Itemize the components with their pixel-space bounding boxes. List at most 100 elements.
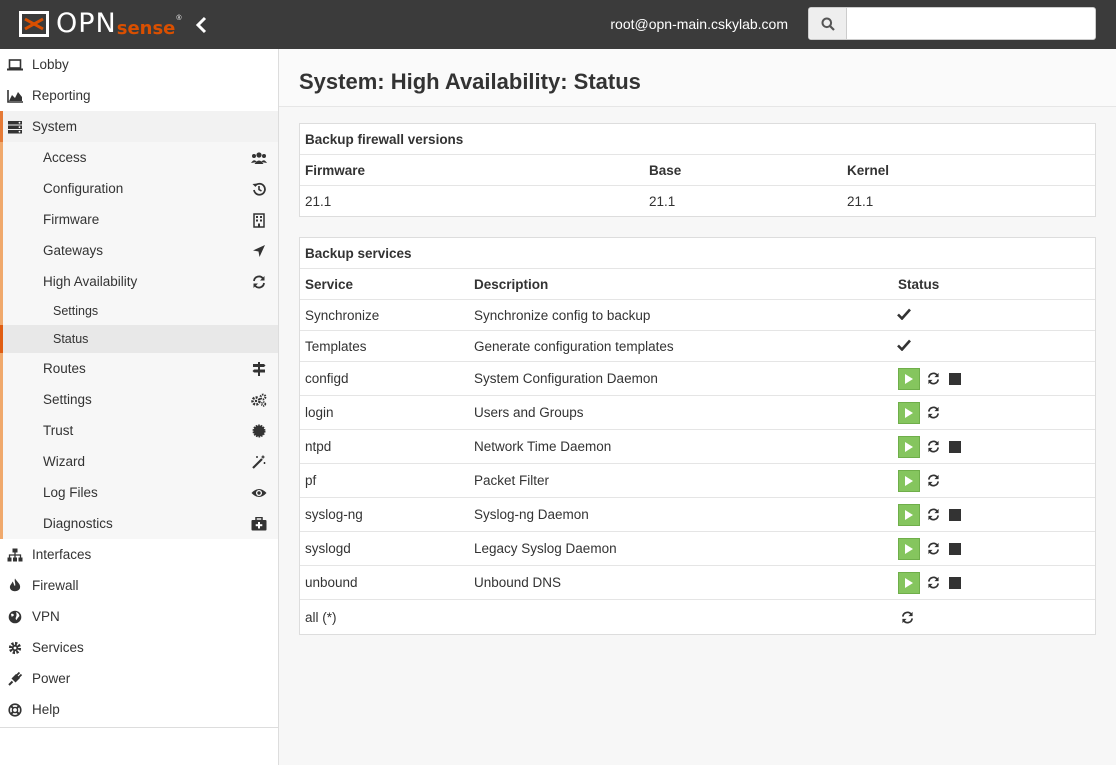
sidebar-item-label: System xyxy=(32,119,78,134)
stop-service-button[interactable] xyxy=(946,540,964,558)
page-header: System: High Availability: Status xyxy=(279,49,1116,107)
sidebar-item-firewall[interactable]: Firewall xyxy=(0,570,278,601)
restart-service-button[interactable] xyxy=(924,472,942,490)
stop-service-button[interactable] xyxy=(946,574,964,592)
service-name: unbound xyxy=(305,575,358,590)
search-input[interactable] xyxy=(847,8,1095,39)
service-name: pf xyxy=(305,473,317,488)
service-running-button[interactable] xyxy=(898,401,920,424)
stop-icon xyxy=(949,372,961,385)
sidebar-item-reporting[interactable]: Reporting xyxy=(0,80,278,111)
sidebar-item-services[interactable]: Services xyxy=(0,632,278,663)
plug-icon xyxy=(7,671,23,687)
service-status xyxy=(893,469,942,492)
service-description: Generate configuration templates xyxy=(474,338,674,354)
service-running-button[interactable] xyxy=(898,503,920,526)
sidebar-item-ha-settings[interactable]: Settings xyxy=(0,297,278,325)
sidebar-item-ha-status[interactable]: Status xyxy=(0,325,278,353)
refresh-icon xyxy=(927,474,940,487)
column-header-status: Status xyxy=(898,276,940,292)
restart-service-button[interactable] xyxy=(924,574,942,592)
restart-service-button[interactable] xyxy=(898,608,916,626)
service-running-button[interactable] xyxy=(898,537,920,560)
magic-icon xyxy=(251,454,267,470)
main-content: System: High Availability: Status Backup… xyxy=(279,49,1116,765)
sidebar-item-label: Interfaces xyxy=(32,547,92,562)
sidebar-item-trust[interactable]: Trust xyxy=(0,415,278,446)
location-arrow-icon xyxy=(251,243,267,259)
service-running-button[interactable] xyxy=(898,367,920,390)
sidebar-item-routes[interactable]: Routes xyxy=(0,353,278,384)
sidebar-item-access[interactable]: Access xyxy=(0,142,278,173)
service-status xyxy=(893,308,911,323)
cogs-icon xyxy=(251,392,267,408)
stop-icon xyxy=(949,542,961,555)
restart-service-button[interactable] xyxy=(924,370,942,388)
sidebar-item-label: Help xyxy=(32,702,60,717)
card-title: Backup firewall versions xyxy=(300,124,1095,155)
sidebar-item-log-files[interactable]: Log Files xyxy=(0,477,278,508)
sidebar-item-label: Configuration xyxy=(43,181,124,196)
service-description: Network Time Daemon xyxy=(474,439,612,454)
service-description: Syslog-ng Daemon xyxy=(474,507,589,522)
sidebar-item-lobby[interactable]: Lobby xyxy=(0,49,278,80)
opnsense-logo[interactable]: OPN sense ® xyxy=(18,9,182,39)
play-icon xyxy=(904,373,914,385)
restart-service-button[interactable] xyxy=(924,438,942,456)
sidebar-item-interfaces[interactable]: Interfaces xyxy=(0,539,278,570)
sidebar-item-power[interactable]: Power xyxy=(0,663,278,694)
current-user[interactable]: root@opn-main.cskylab.com xyxy=(610,16,788,32)
play-icon xyxy=(904,441,914,453)
service-name: Synchronize xyxy=(305,307,380,323)
table-row: configd System Configuration Daemon xyxy=(300,362,1095,396)
sidebar-collapse-button[interactable] xyxy=(192,14,212,36)
restart-service-button[interactable] xyxy=(924,540,942,558)
medkit-icon xyxy=(251,516,267,532)
service-running-button[interactable] xyxy=(898,571,920,594)
sidebar-item-wizard[interactable]: Wizard xyxy=(0,446,278,477)
search-button[interactable] xyxy=(809,8,847,39)
table-row: unbound Unbound DNS xyxy=(300,566,1095,600)
refresh-icon xyxy=(927,372,940,385)
service-running-button[interactable] xyxy=(898,435,920,458)
sidebar-item-system[interactable]: System xyxy=(0,111,278,142)
life-ring-icon xyxy=(7,702,23,718)
sidebar-item-help[interactable]: Help xyxy=(0,694,278,725)
sidebar-item-label: Diagnostics xyxy=(43,516,113,531)
opnsense-mark-icon xyxy=(19,11,49,37)
sidebar-item-label: Settings xyxy=(43,392,92,407)
refresh-icon xyxy=(901,611,914,624)
table-row: Templates Generate configuration template… xyxy=(300,331,1095,362)
table-header-row: Service Description Status xyxy=(300,269,1095,300)
service-name: syslog-ng xyxy=(305,507,363,522)
refresh-icon xyxy=(927,440,940,453)
history-icon xyxy=(251,181,267,197)
sidebar-item-configuration[interactable]: Configuration xyxy=(0,173,278,204)
sidebar-item-firmware[interactable]: Firmware xyxy=(0,204,278,235)
sidebar-item-gateways[interactable]: Gateways xyxy=(0,235,278,266)
sidebar-item-diagnostics[interactable]: Diagnostics xyxy=(0,508,278,539)
table-row: ntpd Network Time Daemon xyxy=(300,430,1095,464)
stop-service-button[interactable] xyxy=(946,506,964,524)
restart-service-button[interactable] xyxy=(924,404,942,422)
fire-icon xyxy=(7,578,23,594)
stop-service-button[interactable] xyxy=(946,370,964,388)
check-icon xyxy=(897,308,911,323)
sidebar-item-vpn[interactable]: VPN xyxy=(0,601,278,632)
restart-service-button[interactable] xyxy=(924,506,942,524)
play-icon xyxy=(904,577,914,589)
sidebar-item-settings[interactable]: Settings xyxy=(0,384,278,415)
service-status xyxy=(893,339,911,354)
building-icon xyxy=(251,212,267,228)
service-running-button[interactable] xyxy=(898,469,920,492)
sidebar-item-high-availability[interactable]: High Availability xyxy=(0,266,278,297)
service-name: login xyxy=(305,405,334,420)
globe-icon xyxy=(7,609,23,625)
refresh-icon xyxy=(927,542,940,555)
sidebar-item-label: Access xyxy=(43,150,87,165)
column-header-base: Base xyxy=(649,162,682,178)
column-header-service: Service xyxy=(305,276,354,292)
sidebar: Lobby Reporting System Access Configurat… xyxy=(0,49,279,765)
stop-service-button[interactable] xyxy=(946,438,964,456)
service-name: all (*) xyxy=(305,609,337,625)
